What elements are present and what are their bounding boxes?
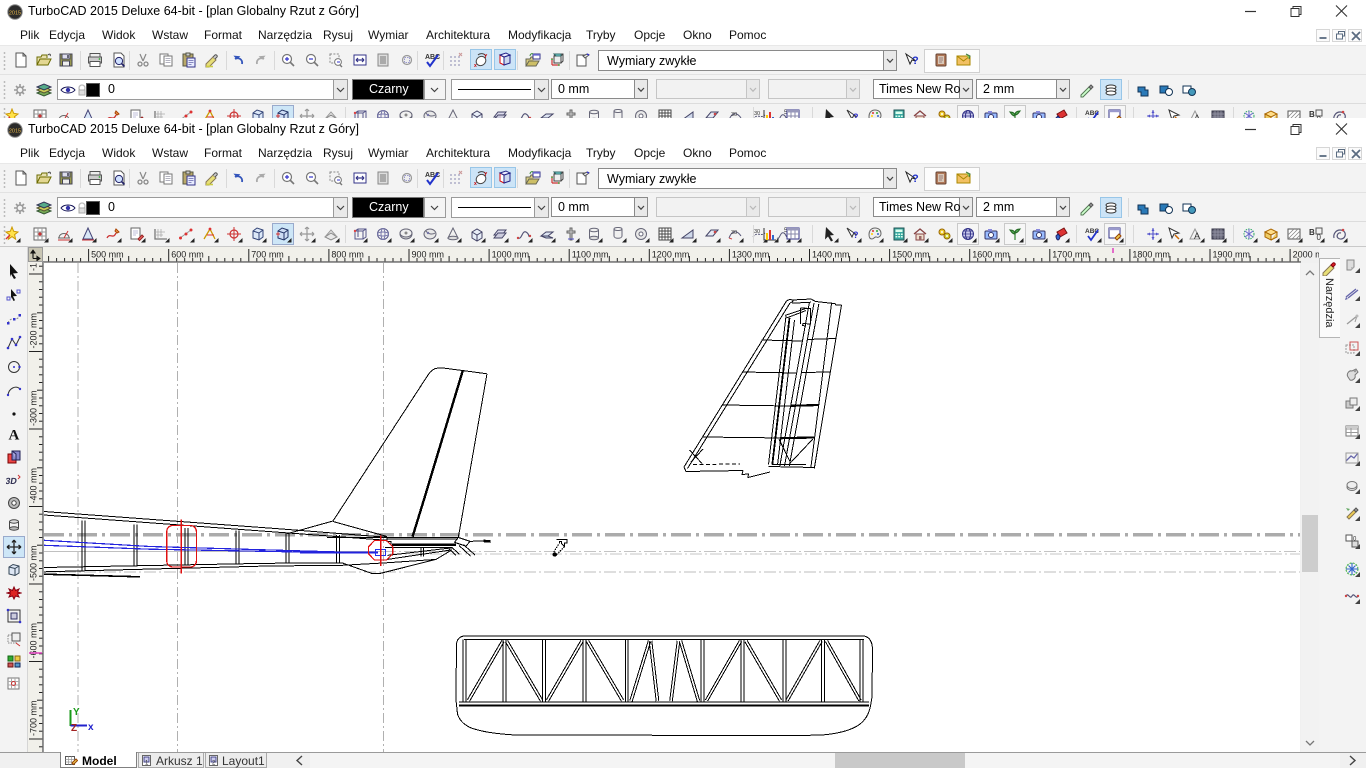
svg-text:A: A — [9, 428, 20, 443]
svg-text:3D: 3D — [6, 476, 18, 486]
svg-text:30: 30 — [754, 229, 760, 235]
svg-text:2015: 2015 — [9, 129, 21, 135]
svg-text:30: 30 — [731, 230, 737, 236]
svg-text:2015: 2015 — [9, 11, 21, 17]
svg-text:?: ? — [912, 173, 919, 185]
svg-text:Y: Y — [484, 172, 488, 178]
svg-text:30: 30 — [754, 111, 760, 117]
svg-text:x: x — [474, 63, 477, 68]
svg-text:x: x — [474, 181, 477, 186]
svg-text:?: ? — [912, 55, 919, 67]
svg-text:Y: Y — [484, 54, 488, 60]
svg-text:B: B — [1309, 110, 1315, 118]
svg-text:B: B — [1309, 228, 1315, 237]
